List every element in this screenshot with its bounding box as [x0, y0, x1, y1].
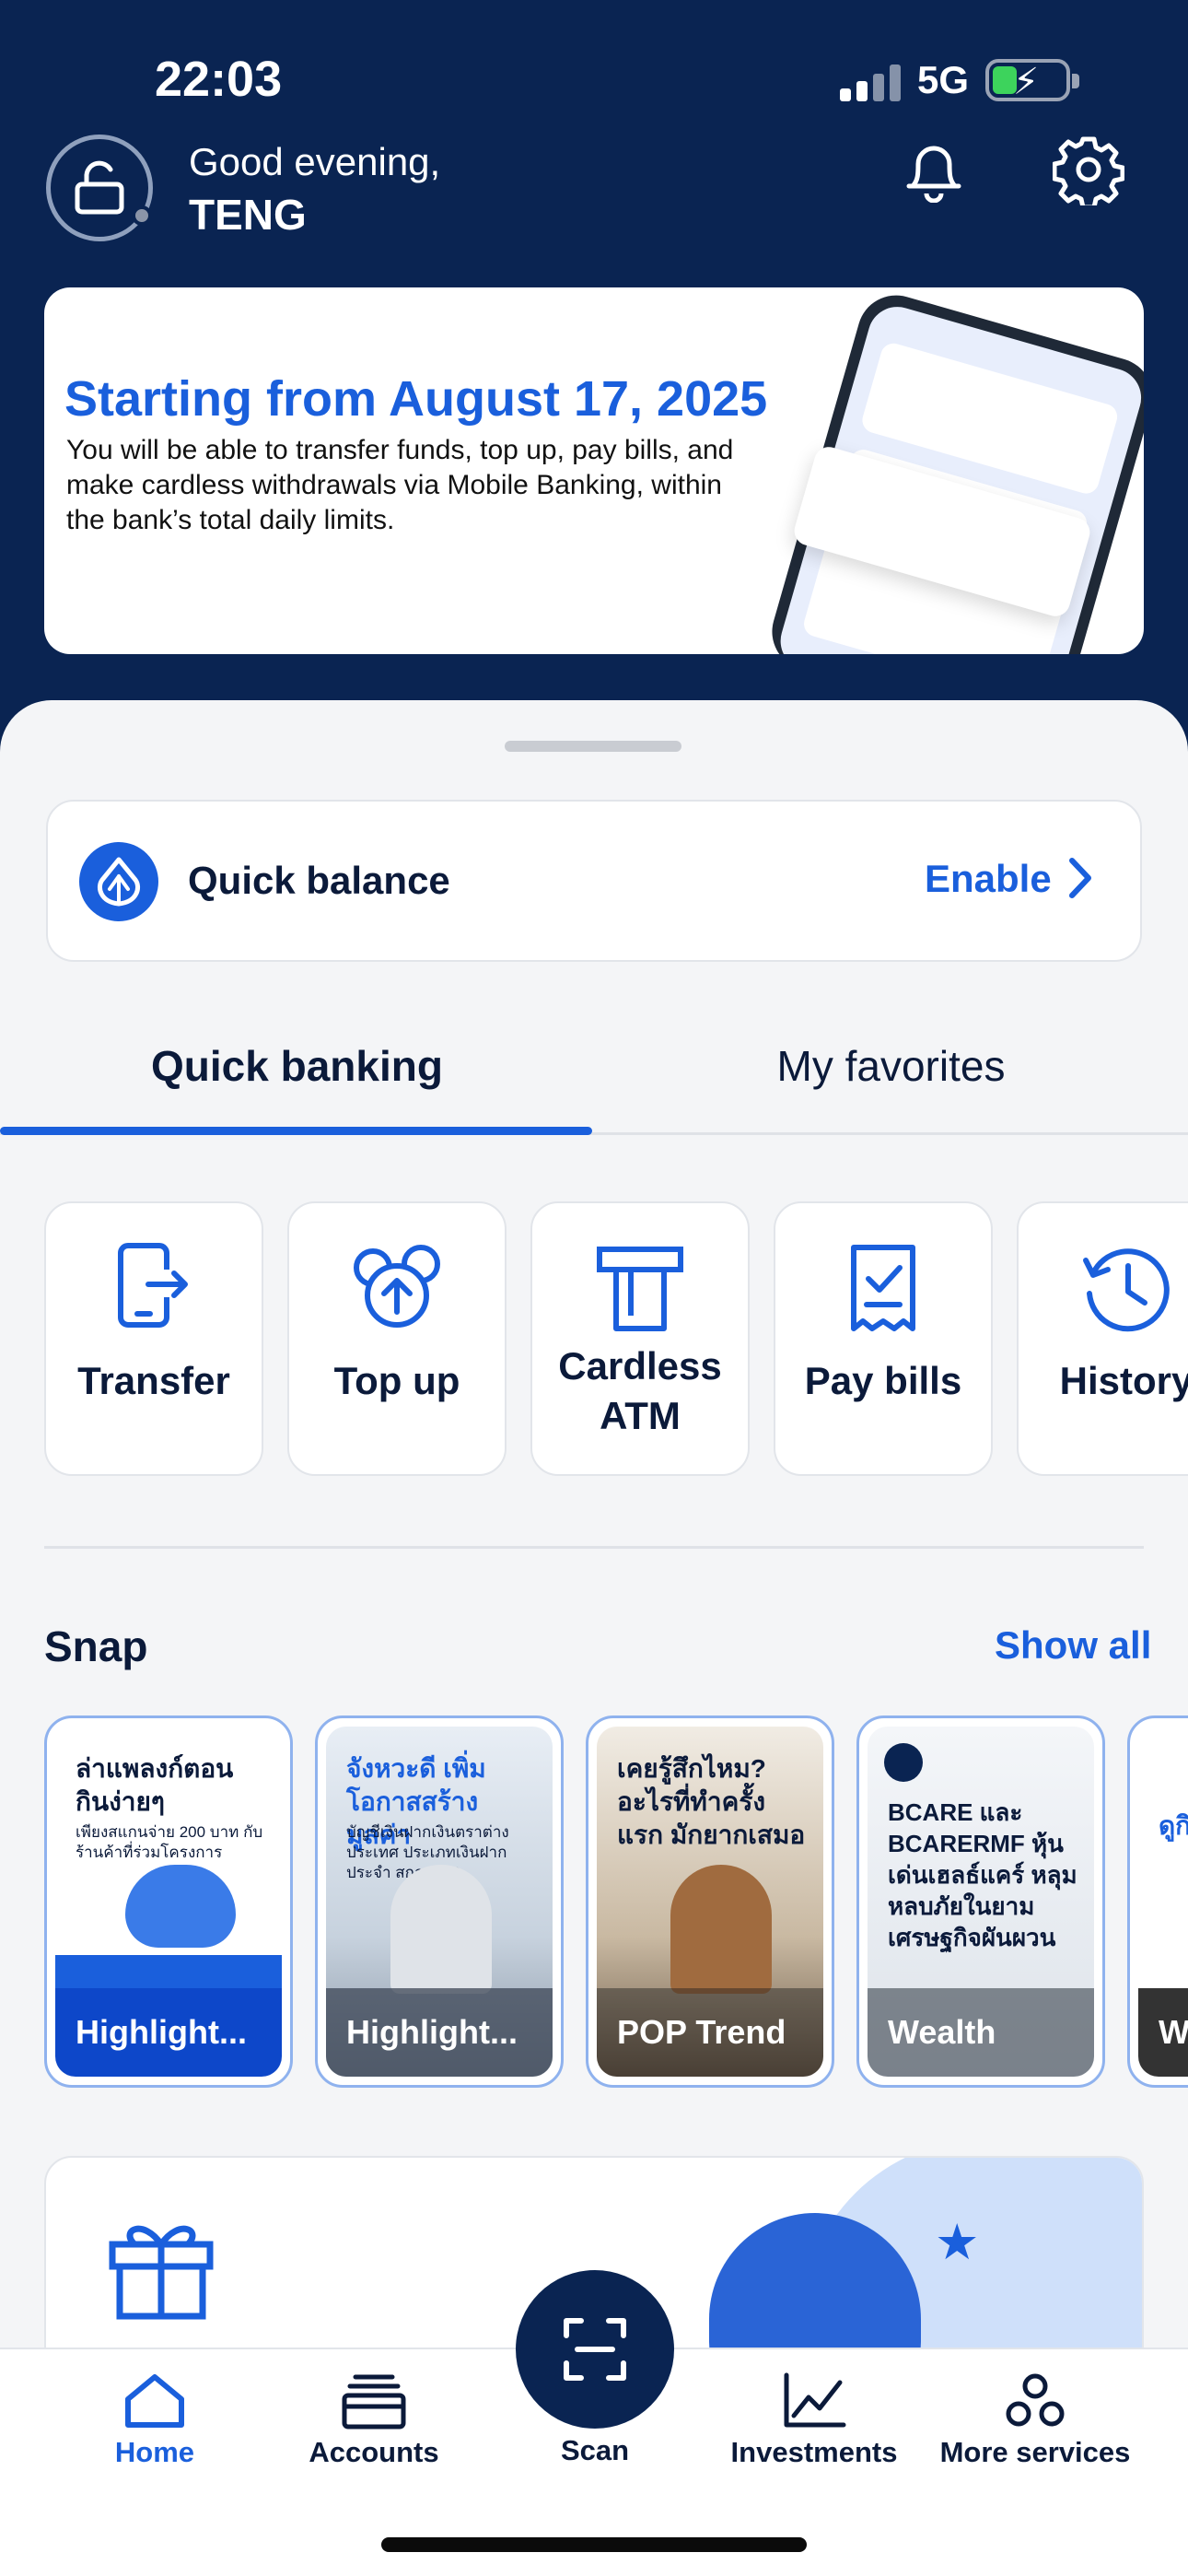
snap-card[interactable]: เคยรู้สึกไหม? อะไรที่ทำครั้งแรก มักยากเส… — [586, 1715, 834, 2088]
status-icons: 5G ⚡ — [840, 57, 1080, 103]
banner-title: Starting from August 17, 2025 — [64, 371, 768, 427]
bbl-logo-icon — [884, 1743, 923, 1782]
quick-balance-card[interactable]: Quick balance Enable — [46, 800, 1142, 962]
header: 22:03 5G ⚡ Good evening, TENG Starting f… — [0, 0, 1188, 792]
scan-label: Scan — [560, 2434, 630, 2466]
enable-button[interactable]: Enable — [925, 857, 1052, 901]
gear-icon — [1053, 136, 1124, 205]
tab-my-favorites[interactable]: My favorites — [594, 997, 1188, 1135]
active-tab-indicator — [0, 1127, 592, 1135]
lock-button[interactable] — [46, 135, 153, 241]
tile-label: Transfer — [77, 1359, 230, 1402]
status-dot — [132, 205, 152, 226]
user-name: TENG — [189, 191, 307, 239]
home-icon — [125, 2374, 184, 2428]
pay-bills-tile[interactable]: Pay bills — [774, 1201, 993, 1476]
top-up-icon — [354, 1245, 440, 1328]
sheet-grabber[interactable] — [505, 741, 681, 752]
cardless-atm-icon — [597, 1247, 683, 1331]
accounts-icon — [342, 2374, 406, 2430]
investments-icon — [784, 2372, 846, 2428]
bell-icon — [906, 146, 961, 203]
notifications-button[interactable] — [893, 129, 974, 210]
snap-heading: เคยรู้สึกไหม? อะไรที่ทำครั้งแรก มักยากเส… — [617, 1754, 806, 1849]
banner-text: You will be able to transfer funds, top … — [66, 435, 734, 535]
tab-quick-banking[interactable]: Quick banking — [0, 997, 594, 1135]
scan-icon — [564, 2318, 626, 2381]
battery-icon: ⚡ — [985, 59, 1080, 102]
status-time: 22:03 — [155, 52, 283, 107]
snap-carousel: ล่าแพลงก์ตอน กินง่ายๆ เพียงสแกนจ่าย 200 … — [44, 1715, 1188, 2088]
pay-bills-icon — [851, 1245, 915, 1331]
section-divider — [44, 1546, 1144, 1549]
more-services-icon — [1006, 2373, 1065, 2427]
snap-heading: ล่าแพลงก์ตอน กินง่ายๆ — [76, 1754, 234, 1816]
show-all-link[interactable]: Show all — [995, 1623, 1151, 1668]
tile-label: Cardless ATM — [558, 1344, 722, 1437]
star-icon: ★ — [935, 2215, 980, 2270]
transfer-tile[interactable]: Transfer — [44, 1201, 263, 1476]
snap-heading: BCARE และ BCARERMF หุ้นเด่นเฮลธ์แคร์ หลุ… — [888, 1798, 1077, 1951]
top-up-tile[interactable]: Top up — [287, 1201, 507, 1476]
bank-logo-icon — [79, 842, 158, 921]
history-tile[interactable]: History — [1017, 1201, 1188, 1476]
quick-balance-label: Quick balance — [188, 859, 450, 902]
person-photo — [670, 1865, 772, 1994]
snap-subtext: เพียงสแกนจ่าย 200 บาท กับร้านค้าที่ร่วมโ… — [76, 1823, 263, 1861]
snap-caption: Highlight... — [326, 1988, 553, 2077]
whale-mascot-icon — [125, 1865, 236, 1948]
gift-icon — [109, 2225, 214, 2320]
chevron-right-icon — [1069, 858, 1091, 898]
snap-caption: POP Trend — [597, 1988, 823, 2077]
snap-caption: W — [1138, 1988, 1188, 2077]
snap-caption: Wealth — [868, 1988, 1094, 2077]
settings-button[interactable] — [1048, 129, 1129, 210]
signal-icon — [840, 59, 901, 101]
snap-card[interactable]: ดูกิ หา ง่า W — [1127, 1715, 1188, 2088]
snap-card[interactable]: จังหวะดี เพิ่มโอกาสสร้างมูลค่า บัญชีเงิน… — [315, 1715, 564, 2088]
tab-more-services[interactable]: More services — [925, 2371, 1146, 2469]
history-icon — [1083, 1248, 1170, 1332]
snap-title: Snap — [44, 1622, 148, 1670]
tile-label: Pay bills — [804, 1359, 962, 1402]
lock-icon — [75, 160, 124, 215]
tile-label: History — [1059, 1359, 1188, 1402]
transfer-icon — [118, 1243, 188, 1328]
home-indicator — [381, 2537, 807, 2552]
tile-label: Top up — [333, 1359, 460, 1402]
quick-actions: Transfer Top up Cardless ATM Pay bills H… — [44, 1201, 1188, 1478]
snap-card[interactable]: ล่าแพลงก์ตอน กินง่ายๆ เพียงสแกนจ่าย 200 … — [44, 1715, 293, 2088]
snap-heading: ดูกิ หา ง่า — [1159, 1811, 1188, 1840]
network-type: 5G — [917, 58, 970, 101]
greeting: Good evening, — [189, 140, 441, 183]
banking-tabs: Quick banking My favorites — [0, 997, 1188, 1135]
scan-button[interactable] — [516, 2270, 674, 2429]
cardless-atm-tile[interactable]: Cardless ATM — [530, 1201, 750, 1476]
person-photo — [390, 1865, 492, 1994]
tab-home[interactable]: Home — [44, 2371, 265, 2469]
promo-banner[interactable]: Starting from August 17, 2025 You will b… — [44, 287, 1144, 654]
tab-investments[interactable]: Investments — [704, 2371, 925, 2469]
snap-card[interactable]: BCARE และ BCARERMF หุ้นเด่นเฮลธ์แคร์ หลุ… — [856, 1715, 1105, 2088]
tab-accounts[interactable]: Accounts — [263, 2371, 484, 2469]
snap-caption: Highlight... — [55, 1988, 282, 2077]
